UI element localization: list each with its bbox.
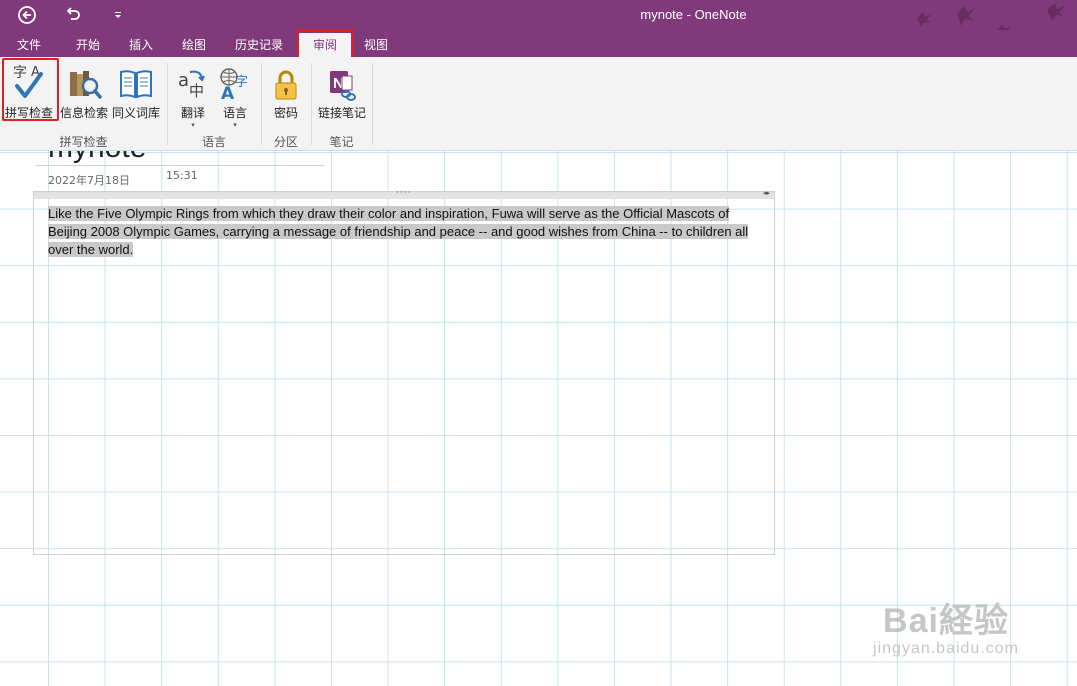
svg-text:a: a xyxy=(178,70,189,91)
password-button[interactable]: 密码 xyxy=(266,60,306,134)
tab-file[interactable]: 文件 xyxy=(4,33,54,57)
page-title[interactable]: mynote xyxy=(48,151,146,165)
tab-review[interactable]: 审阅 xyxy=(299,33,351,57)
language-button[interactable]: A 字 语言 ▾ xyxy=(214,60,256,134)
translate-label: 翻译 xyxy=(180,106,205,120)
tab-insert[interactable]: 插入 xyxy=(117,33,165,57)
group-section-label: 分区 xyxy=(273,135,298,149)
tab-draw[interactable]: 绘图 xyxy=(170,33,218,57)
svg-text:中: 中 xyxy=(189,82,204,100)
lock-icon xyxy=(275,70,297,100)
group-notes-label: 笔记 xyxy=(329,135,354,149)
ribbon-tabs: 文件 开始 插入 绘图 历史记录 审阅 视图 xyxy=(0,30,1077,57)
title-bar: mynote - OneNote xyxy=(0,0,1077,45)
thesaurus-book-icon xyxy=(120,70,152,99)
language-globe-icon: A 字 xyxy=(220,68,248,102)
ribbon: 字 A 拼写检查 信息检索 同义词库 拼写检查 a 中 翻译 ▾ A 字 语言 … xyxy=(0,57,1077,151)
tab-history[interactable]: 历史记录 xyxy=(225,33,293,57)
onenote-link-icon: N xyxy=(330,71,356,101)
group-separator xyxy=(372,63,373,145)
language-label: 语言 xyxy=(222,106,247,120)
group-proofing-label: 拼写检查 xyxy=(59,135,108,149)
tab-home[interactable]: 开始 xyxy=(64,33,112,57)
language-dropdown-icon: ▾ xyxy=(233,121,237,129)
svg-text:A: A xyxy=(221,84,235,102)
baidu-watermark: Bai経验 jingyan.baidu.com xyxy=(873,593,1019,658)
watermark-sub: jingyan.baidu.com xyxy=(873,640,1019,657)
translate-dropdown-icon: ▾ xyxy=(191,121,195,129)
svg-text:字: 字 xyxy=(235,75,248,90)
translate-button[interactable]: a 中 翻译 ▾ xyxy=(172,60,214,134)
note-paragraph[interactable]: Like the Five Olympic Rings from which t… xyxy=(48,205,768,259)
container-move-handle[interactable]: ···· ◂▸ xyxy=(34,188,774,199)
tab-view[interactable]: 视图 xyxy=(352,33,400,57)
note-page[interactable]: mynote 2022年7月18日 15:31 ···· ◂▸ Like the… xyxy=(0,151,1077,686)
note-container[interactable]: ···· ◂▸ Like the Five Olympic Rings from… xyxy=(33,188,775,555)
research-label: 信息检索 xyxy=(59,106,108,120)
svg-text:字: 字 xyxy=(13,65,27,81)
note-line: Like the Five Olympic Rings from which t… xyxy=(48,206,730,221)
note-line: over the world. xyxy=(48,242,134,257)
linked-notes-button[interactable]: N 链接笔记 xyxy=(314,60,370,134)
password-label: 密码 xyxy=(273,106,298,120)
spelling-button[interactable]: 字 A 拼写检查 xyxy=(3,60,55,134)
thesaurus-label: 同义词库 xyxy=(111,106,160,120)
note-line: Beijing 2008 Olympic Games, carrying a m… xyxy=(48,224,749,239)
resize-arrows-icon[interactable]: ◂▸ xyxy=(763,189,770,197)
research-books-icon xyxy=(70,71,102,99)
grip-dots-icon: ···· xyxy=(396,188,412,198)
page-date: 2022年7月18日 xyxy=(48,174,130,187)
research-button[interactable]: 信息检索 xyxy=(58,60,110,134)
watermark-main: Bai経验 xyxy=(883,602,1009,640)
linked-notes-label: 链接笔记 xyxy=(317,106,366,120)
spelling-label: 拼写检查 xyxy=(4,106,53,120)
group-language-label: 语言 xyxy=(201,135,226,149)
thesaurus-button[interactable]: 同义词库 xyxy=(110,60,162,134)
page-time: 15:31 xyxy=(166,169,198,182)
title-divider xyxy=(36,165,324,166)
spelling-check-icon: 字 A xyxy=(13,65,43,98)
translate-icon: a 中 xyxy=(178,70,205,100)
